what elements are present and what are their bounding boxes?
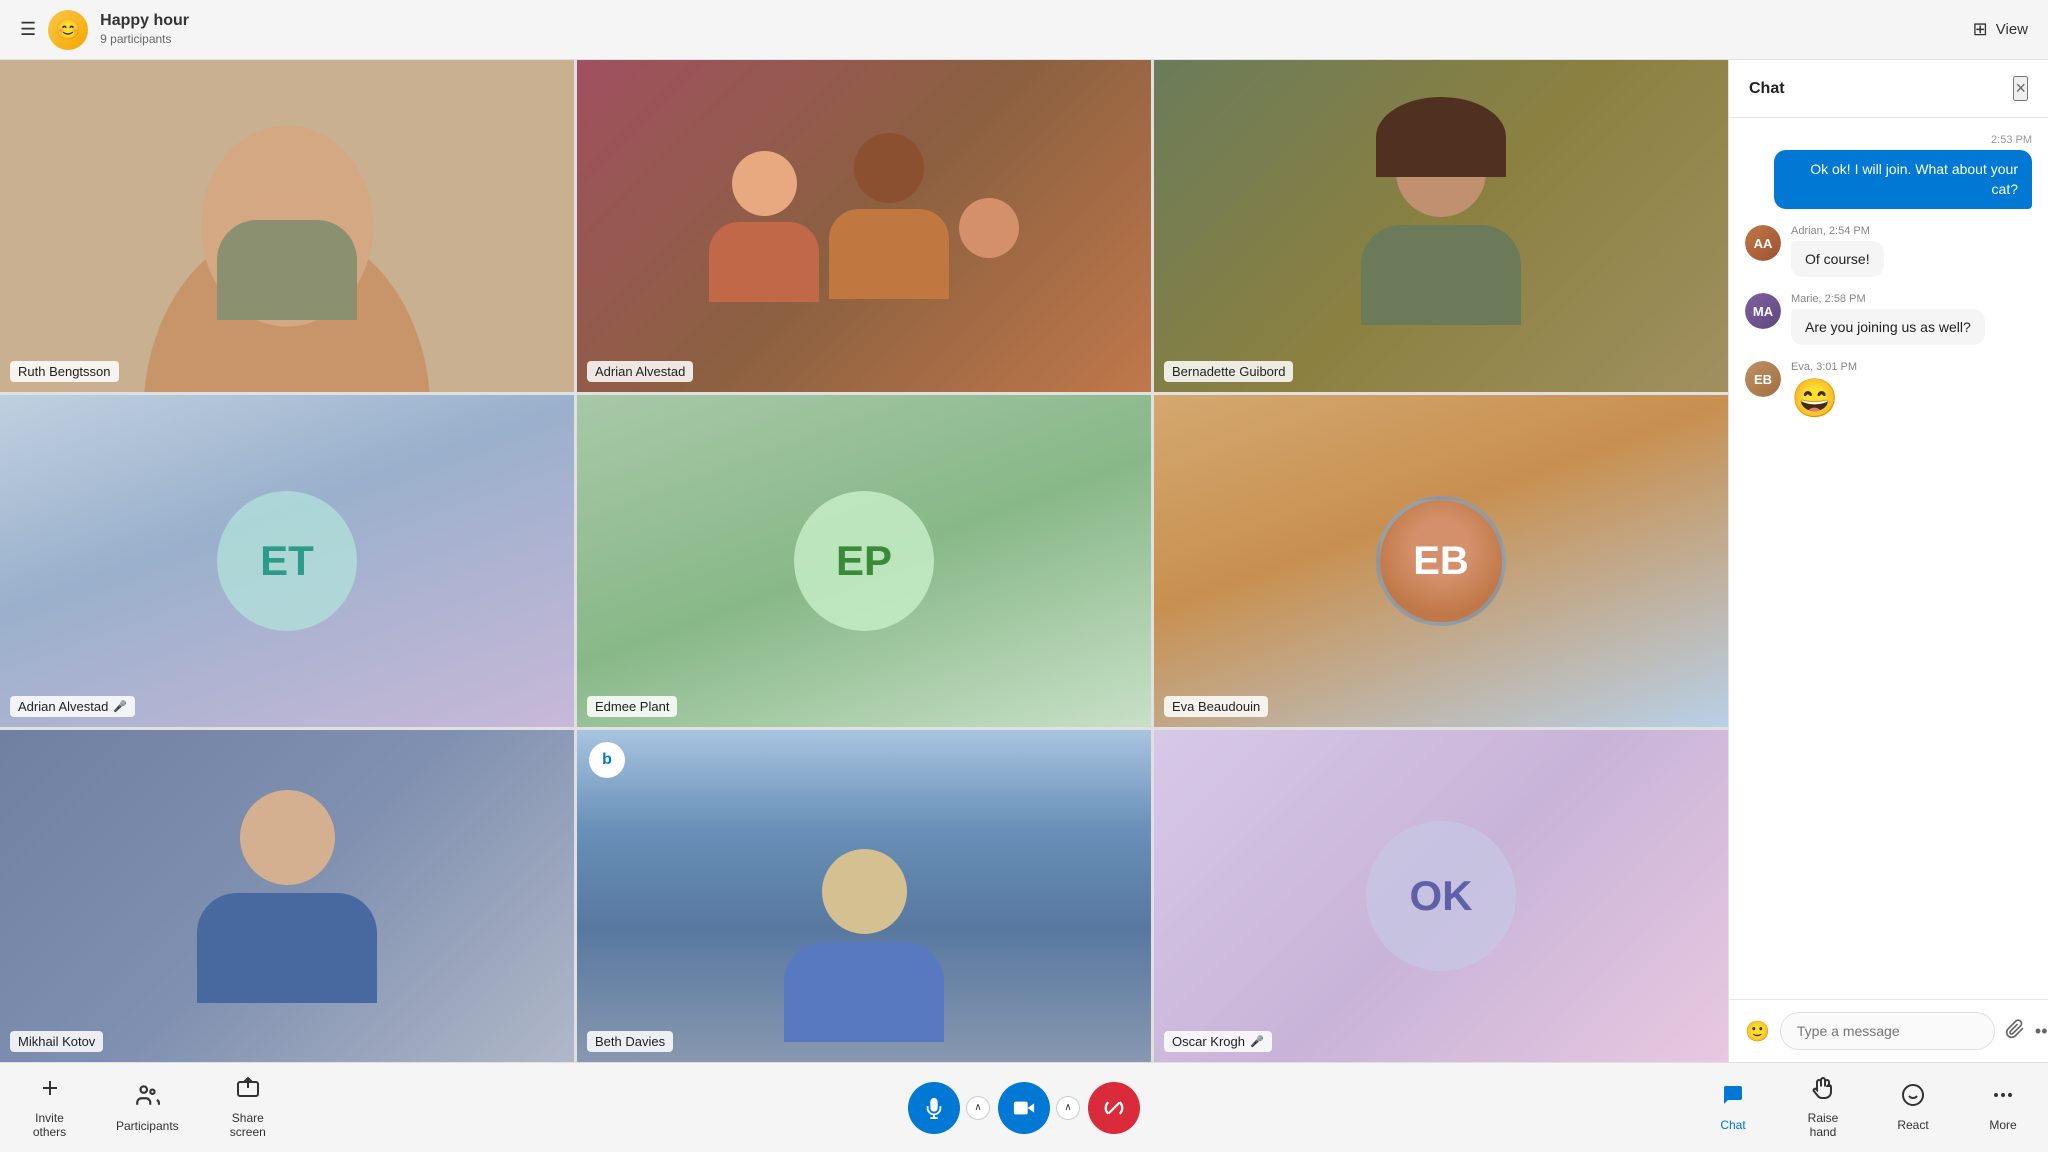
message-bubble-incoming-2: Of course! bbox=[1791, 241, 1884, 277]
name-badge-beth: Beth Davies bbox=[587, 1031, 673, 1052]
view-label: View bbox=[1996, 21, 2028, 38]
chat-header: Chat × bbox=[1729, 60, 2048, 118]
video-cell-et: ET Adrian Alvestad 🎤 bbox=[0, 395, 574, 727]
raise-hand-label: Raise hand bbox=[1798, 1111, 1848, 1139]
main-area: Ruth Bengtsson bbox=[0, 60, 2048, 1062]
chat-messages: 2:53 PM Ok ok! I will join. What about y… bbox=[1729, 118, 2048, 999]
participants-label: Participants bbox=[116, 1119, 179, 1133]
invite-label: Invite others bbox=[20, 1111, 79, 1139]
share-screen-button[interactable]: Share screen bbox=[196, 1066, 300, 1149]
message-content-2: Adrian, 2:54 PM Of course! bbox=[1791, 225, 2032, 277]
message-outgoing-1: 2:53 PM Ok ok! I will join. What about y… bbox=[1745, 134, 2032, 209]
message-content-4: Eva, 3:01 PM 😄 bbox=[1791, 361, 2032, 421]
bottom-left-controls: Invite others Participants Share screen bbox=[0, 1066, 300, 1149]
invite-icon bbox=[38, 1076, 62, 1106]
message-content-3: Marie, 2:58 PM Are you joining us as wel… bbox=[1791, 293, 2032, 345]
mic-button[interactable] bbox=[908, 1082, 960, 1134]
video-cell-oscar: OK Oscar Krogh 🎤 bbox=[1154, 730, 1728, 1062]
avatar-circle-ep: EP bbox=[794, 491, 934, 631]
app-icon: 😊 bbox=[48, 10, 88, 50]
video-button[interactable] bbox=[998, 1082, 1050, 1134]
bottom-center-controls: ∧ ∧ bbox=[908, 1082, 1140, 1134]
message-bubble-outgoing-1: Ok ok! I will join. What about your cat? bbox=[1774, 150, 2032, 209]
chat-close-button[interactable]: × bbox=[2013, 76, 2028, 101]
hamburger-icon[interactable]: ☰ bbox=[20, 19, 36, 40]
name-badge-ep: Edmee Plant bbox=[587, 696, 677, 717]
name-badge-ruth: Ruth Bengtsson bbox=[10, 361, 119, 382]
chat-title: Chat bbox=[1749, 80, 1785, 98]
video-chevron[interactable]: ∧ bbox=[1056, 1096, 1080, 1120]
bottom-bar: Invite others Participants Share screen … bbox=[0, 1062, 2048, 1152]
view-button[interactable]: ⊞ View bbox=[1973, 19, 2028, 40]
oscar-mic-icon: 🎤 bbox=[1250, 1035, 1264, 1048]
avatar-circle-et: ET bbox=[217, 491, 357, 631]
message-incoming-3: MA Marie, 2:58 PM Are you joining us as … bbox=[1745, 293, 2032, 345]
message-bubble-emoji: 😄 bbox=[1791, 377, 1838, 421]
video-cell-beth: b Beth Davies bbox=[577, 730, 1151, 1062]
share-label: Share screen bbox=[216, 1111, 280, 1139]
participants-button[interactable]: Participants bbox=[99, 1066, 196, 1149]
avatar-eva: EB bbox=[1745, 361, 1781, 397]
avatar-cell-oscar: OK bbox=[1154, 730, 1728, 1062]
message-sender-time-2: Adrian, 2:54 PM bbox=[1791, 225, 2032, 237]
video-cell-ruth: Ruth Bengtsson bbox=[0, 60, 574, 392]
grid-icon: ⊞ bbox=[1973, 19, 1988, 40]
mic-chevron[interactable]: ∧ bbox=[966, 1096, 990, 1120]
video-grid: Ruth Bengtsson bbox=[0, 60, 1728, 1062]
message-sender-time-3: Marie, 2:58 PM bbox=[1791, 293, 2032, 305]
name-badge-adrian: Adrian Alvestad bbox=[587, 361, 693, 382]
message-input[interactable] bbox=[1780, 1012, 1995, 1050]
bottom-right-controls: Chat Raise hand React More bbox=[1728, 1066, 2048, 1149]
more-icon bbox=[1991, 1083, 2015, 1113]
mic-muted-icon: 🎤 bbox=[113, 700, 127, 713]
video-cell-ep: EP Edmee Plant bbox=[577, 395, 1151, 727]
avatar-marie: MA bbox=[1745, 293, 1781, 329]
attachment-button[interactable] bbox=[2005, 1019, 2025, 1044]
chat-tab-button[interactable]: Chat bbox=[1688, 1066, 1778, 1149]
video-cell-mikhail: Mikhail Kotov bbox=[0, 730, 574, 1062]
chat-input-area: 🙂 ••• bbox=[1729, 999, 2048, 1062]
more-label: More bbox=[1989, 1118, 2016, 1132]
header-left: ☰ 😊 Happy hour 9 participants bbox=[20, 10, 189, 50]
chat-icon bbox=[1721, 1083, 1745, 1113]
end-call-button[interactable] bbox=[1088, 1082, 1140, 1134]
video-cell-eva: EB Eva Beaudouin bbox=[1154, 395, 1728, 727]
message-bubble-incoming-3: Are you joining us as well? bbox=[1791, 309, 1985, 345]
name-badge-bernadette: Bernadette Guibord bbox=[1164, 361, 1293, 382]
react-label: React bbox=[1897, 1118, 1928, 1132]
header: ☰ 😊 Happy hour 9 participants ⊞ View bbox=[0, 0, 2048, 60]
raise-hand-icon bbox=[1811, 1076, 1835, 1106]
chat-more-button[interactable]: ••• bbox=[2035, 1021, 2048, 1042]
chat-tab-label: Chat bbox=[1720, 1118, 1745, 1132]
meeting-title: Happy hour bbox=[100, 12, 189, 30]
video-cell-adrian: Adrian Alvestad bbox=[577, 60, 1151, 392]
share-icon bbox=[236, 1076, 260, 1106]
avatar-cell-et: ET bbox=[0, 395, 574, 727]
more-button[interactable]: More bbox=[1958, 1066, 2048, 1149]
avatar-adrian: AA bbox=[1745, 225, 1781, 261]
react-button[interactable]: React bbox=[1868, 1066, 1958, 1149]
video-cell-bernadette: Bernadette Guibord bbox=[1154, 60, 1728, 392]
name-badge-oscar: Oscar Krogh 🎤 bbox=[1164, 1031, 1272, 1052]
participants-count: 9 participants bbox=[100, 32, 171, 46]
chat-panel: Chat × 2:53 PM Ok ok! I will join. What … bbox=[1728, 60, 2048, 1062]
react-icon bbox=[1901, 1083, 1925, 1113]
message-incoming-2: AA Adrian, 2:54 PM Of course! bbox=[1745, 225, 2032, 277]
raise-hand-button[interactable]: Raise hand bbox=[1778, 1066, 1868, 1149]
message-time-1: 2:53 PM bbox=[1745, 134, 2032, 146]
message-sender-time-4: Eva, 3:01 PM bbox=[1791, 361, 2032, 373]
avatar-circle-oscar: OK bbox=[1366, 821, 1516, 971]
name-badge-et: Adrian Alvestad 🎤 bbox=[10, 696, 135, 717]
message-incoming-4: EB Eva, 3:01 PM 😄 bbox=[1745, 361, 2032, 421]
participants-icon bbox=[134, 1082, 160, 1114]
meeting-info: Happy hour 9 participants bbox=[100, 12, 189, 48]
emoji-button[interactable]: 🙂 bbox=[1745, 1019, 1770, 1044]
avatar-cell-ep: EP bbox=[577, 395, 1151, 727]
name-badge-mikhail: Mikhail Kotov bbox=[10, 1031, 103, 1052]
bing-icon: b bbox=[589, 742, 625, 778]
invite-others-button[interactable]: Invite others bbox=[0, 1066, 99, 1149]
avatar-cell-eva: EB bbox=[1154, 395, 1728, 727]
name-badge-eva: Eva Beaudouin bbox=[1164, 696, 1268, 717]
